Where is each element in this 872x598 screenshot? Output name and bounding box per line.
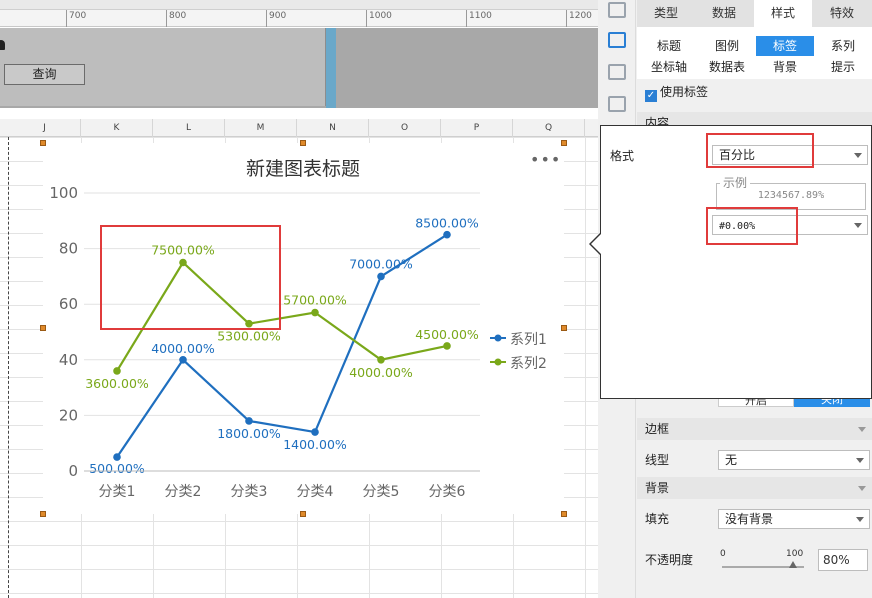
grid-col-line <box>585 137 586 598</box>
column-header[interactable]: Q <box>513 119 585 137</box>
tab-effects[interactable]: 特效 <box>813 0 871 27</box>
column-header[interactable]: L <box>153 119 225 137</box>
column-header[interactable]: K <box>81 119 153 137</box>
column-header[interactable]: O <box>369 119 441 137</box>
resize-handle[interactable] <box>40 140 46 146</box>
resize-handle[interactable] <box>40 511 46 517</box>
resize-handle[interactable] <box>561 511 567 517</box>
horizontal-ruler: 700 800 900 1000 1100 1200 <box>0 10 598 27</box>
chevron-down-icon <box>854 223 862 228</box>
sheet-left-border <box>8 137 9 598</box>
tab-style[interactable]: 样式 <box>754 0 812 27</box>
subtab-background[interactable]: 背景 <box>756 57 814 77</box>
chevron-down-icon <box>854 153 862 158</box>
resize-handle[interactable] <box>300 511 306 517</box>
example-label: 示例 <box>720 174 751 191</box>
grid-row-line <box>0 569 598 570</box>
opacity-label: 不透明度 <box>645 553 694 567</box>
border-section-bar[interactable] <box>637 418 872 440</box>
column-header[interactable]: N <box>297 119 369 137</box>
chevron-down-icon[interactable] <box>858 486 866 491</box>
layer-icon[interactable] <box>608 96 626 112</box>
subtab-tooltip[interactable]: 提示 <box>814 57 872 77</box>
subtab-title[interactable]: 标题 <box>640 36 698 56</box>
column-header[interactable]: P <box>441 119 513 137</box>
chevron-down-icon <box>856 517 864 522</box>
opacity-slider-thumb[interactable] <box>789 561 797 568</box>
more-options-icon[interactable]: ••• <box>530 152 561 168</box>
highlight-box <box>706 207 798 245</box>
fill-label: 填充 <box>645 512 670 526</box>
fill-value: 没有背景 <box>725 512 774 526</box>
subtab-axis[interactable]: 坐标轴 <box>640 57 698 77</box>
subtab-legend[interactable]: 图例 <box>698 36 756 56</box>
line-type-select[interactable]: 无 <box>718 450 870 470</box>
grid-row-line <box>0 545 598 546</box>
check-icon: ✓ <box>645 90 657 102</box>
style-icon[interactable] <box>608 32 626 48</box>
spacer <box>0 108 598 119</box>
opacity-max: 100 <box>786 549 804 559</box>
toolbar-strip <box>0 0 598 10</box>
ruler-tick: 900 <box>266 10 286 27</box>
resize-handle[interactable] <box>300 140 306 146</box>
highlight-box <box>706 133 814 168</box>
background-section-bar[interactable] <box>637 477 872 499</box>
highlight-box <box>100 225 281 330</box>
resize-handle[interactable] <box>561 325 567 331</box>
panel-tabs: 类型 数据 样式 特效 <box>637 0 872 27</box>
widget-icon[interactable] <box>608 64 626 80</box>
column-header[interactable]: J <box>9 119 81 137</box>
column-header-row: J K L M N O P Q <box>0 119 598 137</box>
chevron-down-icon[interactable] <box>858 427 866 432</box>
border-section-title: 边框 <box>645 422 670 436</box>
resize-handle[interactable] <box>40 325 46 331</box>
tab-data[interactable]: 数据 <box>695 0 753 27</box>
subtab-datasheet[interactable]: 数据表 <box>698 57 756 77</box>
opacity-input[interactable]: 80% <box>818 549 868 571</box>
panel-resize-handle[interactable] <box>326 28 336 108</box>
example-value: 1234567.89% <box>757 190 825 201</box>
ruler-tick: 700 <box>66 10 86 27</box>
format-label: 格式 <box>610 149 635 163</box>
tab-type[interactable]: 类型 <box>637 0 695 27</box>
fill-select[interactable]: 没有背景 <box>718 509 870 529</box>
chevron-down-icon <box>856 458 864 463</box>
query-button[interactable]: 查询 <box>4 64 85 85</box>
use-label-text: 使用标签 <box>660 85 709 99</box>
grid-row-line <box>0 593 598 594</box>
column-header[interactable]: M <box>225 119 297 137</box>
data-icon[interactable] <box>608 2 626 18</box>
subtab-label[interactable]: 标签 <box>756 36 814 56</box>
pin-icon <box>0 40 5 50</box>
line-type-value: 无 <box>725 453 738 467</box>
style-subtabs: 标题 图例 标签 系列 坐标轴 数据表 背景 提示 <box>637 27 872 79</box>
use-label-checkbox[interactable]: ✓ 使用标签 <box>645 84 709 102</box>
grid-row-line <box>0 137 598 138</box>
ruler-tick: 1100 <box>466 10 492 27</box>
opacity-min: 0 <box>720 549 726 559</box>
ruler-tick: 1200 <box>566 10 592 27</box>
popup-pointer-fill <box>591 234 601 254</box>
resize-handle[interactable] <box>561 140 567 146</box>
grid-row-line <box>0 521 598 522</box>
line-type-label: 线型 <box>645 453 670 467</box>
ruler-tick: 800 <box>166 10 186 27</box>
background-section-title: 背景 <box>645 481 670 495</box>
ruler-tick: 1000 <box>366 10 392 27</box>
subtab-series[interactable]: 系列 <box>814 36 872 56</box>
